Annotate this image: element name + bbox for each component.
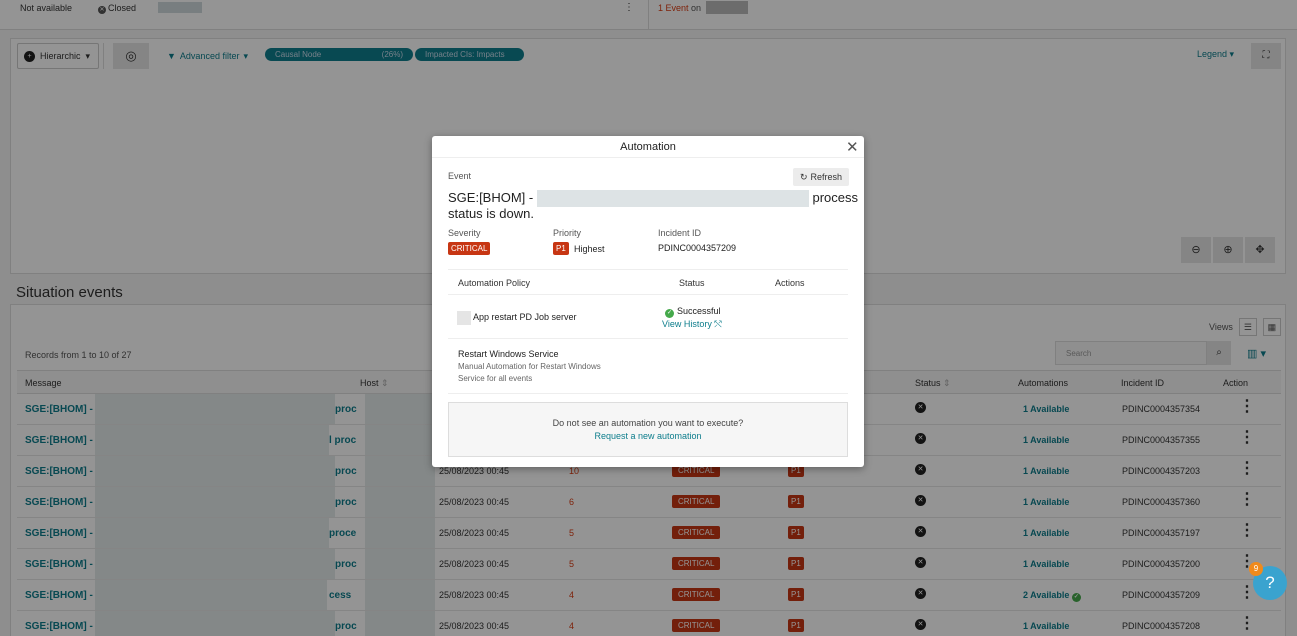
policy-name: Restart Windows Service — [458, 349, 559, 359]
priority-badge: P1 — [553, 242, 569, 255]
priority-label: Priority — [553, 228, 582, 238]
history-icon: ⤲ — [714, 319, 722, 329]
refresh-icon: ↻ — [799, 171, 808, 182]
notification-badge: 9 — [1249, 562, 1263, 576]
automation-table-header: Automation Policy Status Actions — [448, 269, 848, 295]
priority-text: Highest — [574, 244, 605, 254]
request-automation-box: Do not see an automation you want to exe… — [448, 402, 848, 457]
row-checkbox[interactable] — [457, 311, 471, 325]
status-successful: ✓ Successful — [665, 306, 721, 318]
refresh-button[interactable]: ↻ Refresh — [793, 168, 849, 186]
request-automation-link[interactable]: Request a new automation — [449, 431, 847, 441]
help-icon: ? — [1265, 573, 1275, 592]
check-circle-icon: ✓ — [665, 309, 674, 318]
event-message: SGE:[BHOM] - process status is down. — [448, 189, 859, 221]
severity-badge: CRITICAL — [448, 242, 491, 255]
incident-id-value: PDINC0004357209 — [658, 243, 737, 253]
automation-modal: Automation ✕ Event ↻ Refresh SGE:[BHOM] -… — [432, 136, 864, 467]
automation-row: App restart PD Job server ✓ Successful Vi… — [448, 295, 848, 339]
policy-name: App restart PD Job server — [473, 312, 577, 322]
modal-title: Automation — [620, 141, 676, 153]
policy-description: Manual Automation for Restart Windows — [458, 362, 601, 371]
request-question: Do not see an automation you want to exe… — [552, 418, 744, 428]
close-icon[interactable]: ✕ — [846, 138, 859, 156]
event-label: Event — [448, 171, 472, 181]
view-history-link[interactable]: View History ⤲ — [662, 319, 722, 330]
policy-description: Service for all events — [458, 374, 533, 383]
help-button[interactable]: ? 9 — [1249, 562, 1287, 600]
severity-label: Severity — [448, 228, 481, 238]
automation-row: Restart Windows Service Manual Automatio… — [448, 339, 848, 394]
incident-id-label: Incident ID — [658, 228, 702, 238]
